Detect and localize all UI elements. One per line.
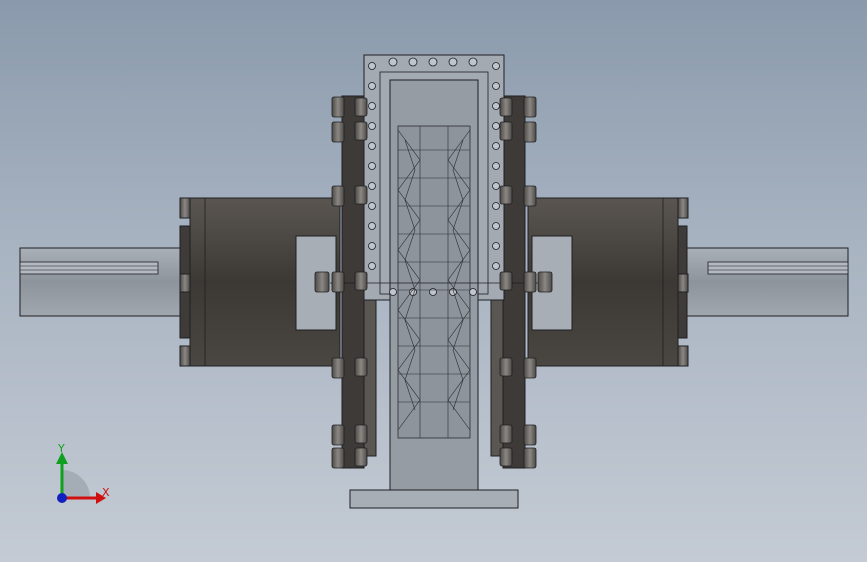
z-axis-dot [57,493,67,503]
x-axis-label: X [102,486,110,499]
triad-plane [62,470,90,498]
base-plate[interactable] [349,489,519,509]
y-axis-label: Y [57,442,65,455]
left-shaft[interactable] [19,247,191,317]
orientation-triad[interactable]: Y X [56,442,110,504]
graphics-viewport[interactable]: Y X [0,0,867,562]
right-shaft[interactable] [677,247,849,317]
model-view: Y X [19,54,849,509]
